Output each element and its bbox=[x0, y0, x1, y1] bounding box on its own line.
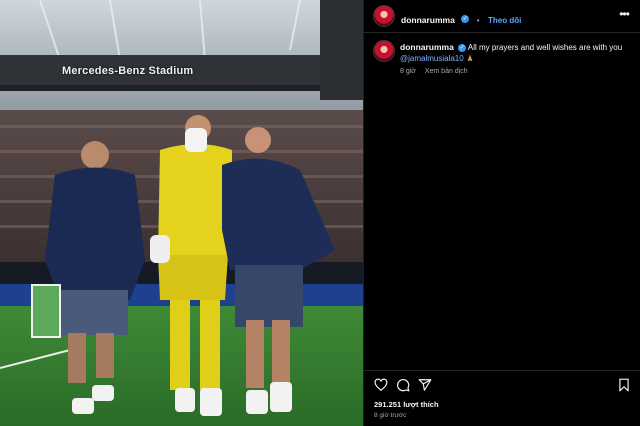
header-user-row: donnarumma ✓ • Theo dõi bbox=[401, 10, 521, 28]
follow-button[interactable]: Theo dõi bbox=[488, 16, 521, 25]
heart-icon[interactable] bbox=[374, 378, 388, 392]
header-separator: • bbox=[476, 16, 480, 25]
verified-badge-icon: ✓ bbox=[458, 43, 467, 52]
photo-illustration bbox=[0, 0, 363, 426]
share-icon[interactable] bbox=[418, 378, 432, 392]
post-header: donnarumma ✓ • Theo dõi ••• bbox=[364, 0, 640, 33]
stadium-sign: Mercedes-Benz Stadium bbox=[62, 65, 194, 77]
like-count[interactable]: 291.251 lượt thích bbox=[374, 400, 439, 409]
avatar[interactable] bbox=[373, 5, 395, 27]
post-timestamp: 8 giờ trước bbox=[374, 412, 407, 419]
caption-text-line: donnarumma ✓ All my prayers and well wis… bbox=[400, 42, 636, 64]
praying-hands-icon bbox=[467, 54, 473, 62]
caption-username[interactable]: donnarumma bbox=[400, 42, 454, 52]
caption-text: All my prayers and well wishes are with … bbox=[467, 43, 623, 52]
mention-link[interactable]: @jamalmusiala10 bbox=[400, 54, 464, 63]
post-photo[interactable]: Mercedes-Benz Stadium bbox=[0, 0, 363, 426]
post-side-panel: donnarumma ✓ • Theo dõi ••• donnarumma ✓… bbox=[363, 0, 640, 426]
caption-avatar[interactable] bbox=[373, 40, 395, 62]
header-username[interactable]: donnarumma bbox=[401, 15, 455, 25]
bookmark-icon[interactable] bbox=[617, 378, 631, 392]
action-bar bbox=[364, 370, 640, 398]
more-options-icon[interactable]: ••• bbox=[617, 8, 631, 23]
see-translation-link[interactable]: Xem bản dịch bbox=[425, 68, 468, 75]
verified-badge-icon: ✓ bbox=[461, 14, 470, 23]
comment-icon[interactable] bbox=[396, 378, 410, 392]
caption-meta: 8 giờ Xem bản dịch bbox=[400, 68, 475, 75]
caption-age: 8 giờ bbox=[400, 68, 416, 75]
post-viewer: Mercedes-Benz Stadium donnarumma ✓ • The… bbox=[0, 0, 640, 426]
